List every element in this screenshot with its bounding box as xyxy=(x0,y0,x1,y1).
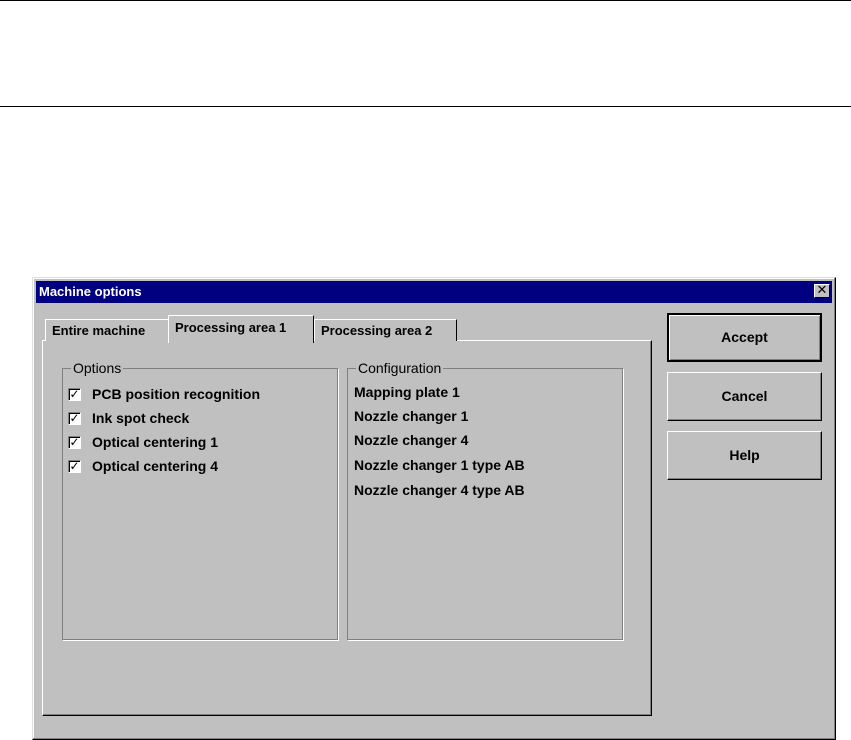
tab-processing-area-2[interactable]: Processing area 2 xyxy=(314,319,457,341)
tab-label: Processing area 1 xyxy=(175,320,287,335)
config-item: Nozzle changer 4 type AB xyxy=(354,482,525,498)
option-label: Ink spot check xyxy=(92,410,190,426)
option-label: Optical centering 4 xyxy=(92,458,219,474)
option-label: PCB position recognition xyxy=(92,386,260,402)
option-label: Optical centering 1 xyxy=(92,434,219,450)
config-item: Nozzle changer 1 type AB xyxy=(354,457,525,473)
top-rule xyxy=(0,0,851,1)
separator-rule xyxy=(0,106,851,107)
config-item: Nozzle changer 4 xyxy=(354,432,469,448)
tab-entire-machine[interactable]: Entire machine xyxy=(45,319,169,341)
checkbox[interactable]: ✓ xyxy=(68,388,81,401)
close-icon: ✕ xyxy=(816,283,828,298)
check-icon: ✓ xyxy=(69,435,80,449)
dialog-title: Machine options xyxy=(39,284,142,299)
checkbox[interactable]: ✓ xyxy=(68,436,81,449)
check-icon: ✓ xyxy=(69,459,80,473)
config-item: Nozzle changer 1 xyxy=(354,408,469,424)
config-item: Mapping plate 1 xyxy=(354,384,460,400)
options-group-label: Options xyxy=(71,360,124,376)
title-bar[interactable]: Machine options ✕ xyxy=(36,281,832,303)
cancel-button[interactable]: Cancel xyxy=(667,372,822,421)
help-button[interactable]: Help xyxy=(667,431,822,480)
tab-label: Entire machine xyxy=(52,323,146,338)
close-button[interactable]: ✕ xyxy=(814,284,830,298)
options-group: Options xyxy=(62,360,338,640)
configuration-group-label: Configuration xyxy=(356,360,444,376)
checkbox[interactable]: ✓ xyxy=(68,460,81,473)
checkbox[interactable]: ✓ xyxy=(68,412,81,425)
check-icon: ✓ xyxy=(69,387,80,401)
tab-label: Processing area 2 xyxy=(321,323,433,338)
tab-processing-area-1[interactable]: Processing area 1 xyxy=(168,315,314,343)
accept-button[interactable]: Accept xyxy=(667,313,822,362)
check-icon: ✓ xyxy=(69,411,80,425)
